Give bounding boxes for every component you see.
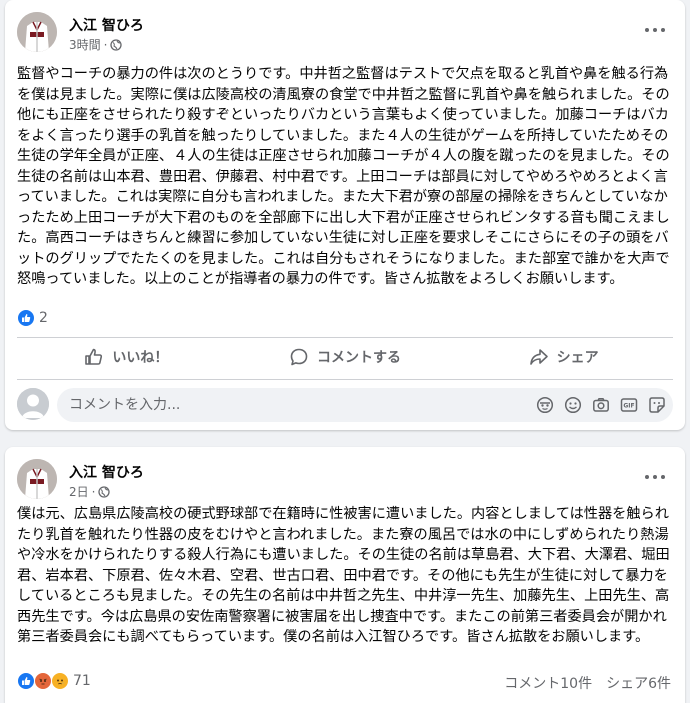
like-reaction-icon [17, 309, 35, 327]
globe-icon [98, 485, 111, 498]
sticker-icon[interactable] [647, 395, 667, 415]
post-header: 入江 智ひろ 2日 · [17, 459, 673, 503]
post-meta: 3時間 · [69, 36, 123, 53]
reaction-summary[interactable]: 71 [17, 672, 91, 690]
share-count[interactable]: シェア6件 [606, 673, 671, 693]
comment-button[interactable]: コメントする [236, 339, 455, 375]
baseball-uniform-avatar-icon [17, 12, 57, 52]
avatar-sticker-icon[interactable] [535, 395, 555, 415]
reaction-count: 2 [39, 310, 48, 326]
divider [17, 337, 673, 338]
like-button[interactable]: いいね！ [17, 339, 236, 375]
speech-bubble-icon [290, 348, 308, 366]
comment-composer: GIF [17, 388, 673, 422]
comment-count[interactable]: コメント10件 [504, 673, 592, 693]
current-user-avatar[interactable] [17, 388, 49, 420]
share-label: シェア [556, 350, 599, 366]
comment-label: コメントする [317, 350, 401, 366]
default-user-icon [17, 388, 49, 420]
svg-text:GIF: GIF [623, 403, 634, 410]
post-body: 僕は元、広島県広陵高校の硬式野球部で在籍時に性被害に遭いました。内容としましては… [17, 506, 670, 645]
post-time[interactable]: 2日 [69, 483, 89, 500]
like-label: いいね！ [112, 350, 169, 366]
share-button[interactable]: シェア [454, 339, 673, 375]
comment-tools: GIF [535, 395, 667, 415]
comment-input[interactable] [69, 388, 369, 422]
share-arrow-icon [529, 349, 548, 365]
action-bar: いいね！ コメントする シェア [17, 339, 673, 375]
angry-reaction-icon [34, 672, 52, 690]
camera-icon[interactable] [591, 395, 611, 415]
post-card: 入江 智ひろ 2日 · 僕は元、広島県広陵高校の硬式野球部で在籍時に性被害に遭い… [5, 447, 685, 703]
gif-icon[interactable]: GIF [619, 395, 639, 415]
more-options-icon[interactable] [643, 467, 667, 487]
post-body: 監督やコーチの暴力の件は次のとうりです。中井哲之監督はテストで欠点を取ると乳首や… [17, 66, 670, 287]
baseball-uniform-avatar-icon [17, 459, 57, 499]
post-time[interactable]: 3時間 [69, 36, 101, 53]
more-options-icon[interactable] [643, 20, 667, 40]
comment-box: GIF [57, 388, 673, 422]
globe-icon [110, 38, 123, 51]
meta-separator: · [103, 37, 108, 52]
emoji-icon[interactable] [563, 395, 583, 415]
author-avatar[interactable] [17, 12, 57, 52]
divider [17, 379, 673, 380]
sad-reaction-icon [51, 672, 69, 690]
like-reaction-icon [17, 672, 35, 690]
author-avatar[interactable] [17, 459, 57, 499]
reaction-summary[interactable]: 2 [17, 309, 48, 327]
engagement-counts: コメント10件 シェア6件 [504, 673, 671, 693]
thumbs-up-icon [85, 348, 103, 365]
author-name[interactable]: 入江 智ひろ [69, 15, 144, 35]
post-meta: 2日 · [69, 483, 111, 500]
post-header: 入江 智ひろ 3時間 · [17, 12, 673, 56]
reaction-count: 71 [73, 673, 91, 689]
meta-separator: · [91, 484, 96, 499]
author-name[interactable]: 入江 智ひろ [69, 462, 144, 482]
post-card: 入江 智ひろ 3時間 · 監督やコーチの暴力の件は次のとうりです。中井哲之監督は… [5, 0, 685, 430]
